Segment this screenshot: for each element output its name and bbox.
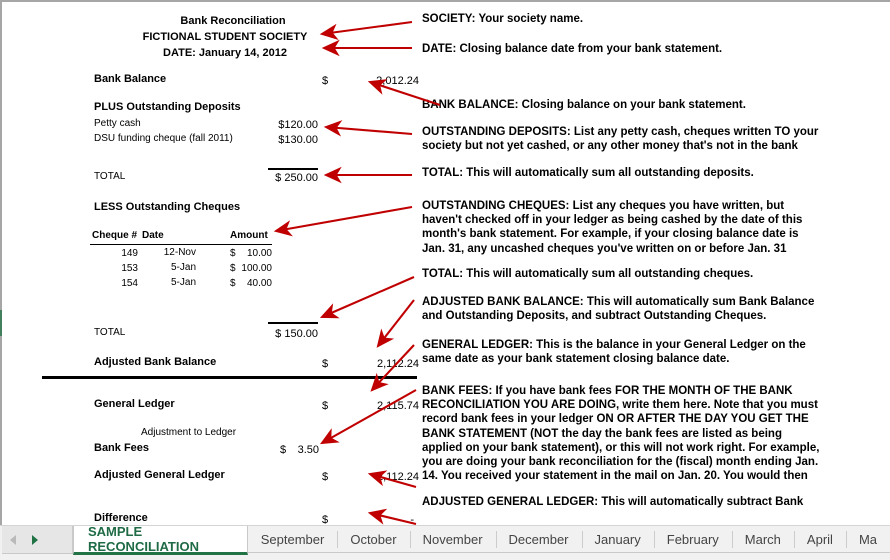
note-outstanding-deposits: OUTSTANDING DEPOSITS: List any petty cas… [422,126,819,153]
sheet-tab-label: January [594,531,641,547]
bank-fees-amount: 3.50 [297,444,319,456]
report-date: DATE: January 14, 2012 [163,47,287,59]
cheque-column-date: Date [142,230,164,241]
cheque-amount: 100.00 [241,263,272,274]
bank-balance-amount: 2,012.24 [376,75,419,87]
bank-fees-label: Bank Fees [94,442,150,454]
sheet-tab-label: October [350,531,397,547]
sheet-tab-september[interactable]: September [247,526,338,553]
deposit-row-amount: $120.00 [278,119,318,131]
sheet-tab-label: September [260,531,325,547]
note-bank-balance: BANK BALANCE: Closing balance on your ba… [422,99,746,111]
deposits-total-label: TOTAL [94,171,126,182]
cheque-amount: 10.00 [246,248,272,259]
note-general-ledger: GENERAL LEDGER: This is the balance in y… [422,339,806,366]
outstanding-cheques-heading: LESS Outstanding Cheques [94,201,241,213]
society-name: FICTIONAL STUDENT SOCIETY [142,31,308,43]
adjusted-general-ledger-label: Adjusted General Ledger [94,469,225,481]
cheque-header-rule [90,244,272,245]
sheet-tab-navigation[interactable] [2,526,73,554]
deposits-total-rule [268,168,318,170]
sheet-tab-december[interactable]: December [495,526,582,553]
bank-balance-label: Bank Balance [94,73,167,85]
deposit-row-label: Petty cash [94,118,141,129]
sheet-tab-may[interactable]: Ma [845,526,890,553]
sheet-tab-label: February [666,531,719,547]
sheet-tab-january[interactable]: January [581,526,654,553]
cheque-number: 149 [121,248,138,259]
outstanding-deposits-heading: PLUS Outstanding Deposits [94,101,241,113]
sheet-tab-april[interactable]: April [793,526,846,553]
difference-label: Difference [94,512,148,524]
adjusted-bank-balance-amount: 2,112.24 [376,358,419,370]
cheque-amount: 40.00 [246,278,272,289]
general-ledger-label: General Ledger [94,398,175,410]
general-ledger-amount: 2,115.74 [376,400,419,412]
sheet-tab-sample-reconciliation[interactable]: SAMPLE RECONCILIATION [73,524,248,555]
sheet-tab-november[interactable]: November [409,526,496,553]
cheque-date: 5-Jan [170,277,196,288]
cheques-total-label: TOTAL [94,327,126,338]
note-bank-fees: BANK FEES: If you have bank fees FOR THE… [422,385,820,483]
note-outstanding-cheques: OUTSTANDING CHEQUES: List any cheques yo… [422,200,803,255]
sheet-tab-march[interactable]: March [731,526,794,553]
note-date: DATE: Closing balance date from your ban… [422,43,723,55]
cheque-column-number: Cheque # [92,230,138,241]
adjusted-general-ledger-amount: 2,112.24 [376,471,419,483]
adjusted-bank-balance-label: Adjusted Bank Balance [94,356,217,368]
cheque-column-amount: Amount [230,230,268,241]
cheques-total-amount: $ 150.00 [275,328,318,340]
note-adjusted-general-ledger: ADJUSTED GENERAL LEDGER: This will autom… [422,496,804,508]
deposits-total-amount: $ 250.00 [275,172,318,184]
adjustment-to-ledger-label: Adjustment to Ledger [141,427,237,438]
excel-window: Bank Reconciliation FICTIONAL STUDENT SO… [0,0,890,560]
note-society: SOCIETY: Your society name. [422,13,584,25]
cheque-number: 153 [121,263,138,274]
sheet-tab-february[interactable]: February [653,526,732,553]
triangle-left-icon[interactable] [10,535,16,545]
sheet-tab-label: November [422,531,483,547]
sheet-tab-label: April [806,531,833,547]
sheet-tab-label: December [508,531,569,547]
difference-amount: - [410,514,414,525]
deposit-row-amount: $130.00 [278,134,318,146]
note-cheques-total: TOTAL: This will automatically sum all o… [422,268,754,280]
sheet-tab-bar: SAMPLE RECONCILIATION September October … [0,524,890,560]
sheet-tab-label: Ma [858,531,877,547]
note-adjusted-bank-balance: ADJUSTED BANK BALANCE: This will automat… [422,296,815,323]
sheet-tab-label: March [744,531,781,547]
section-divider-rule [42,376,417,379]
note-deposits-total: TOTAL: This will automatically sum all o… [422,167,754,179]
report-title: Bank Reconciliation [180,15,286,27]
cheques-total-rule [268,322,318,324]
triangle-right-icon[interactable] [32,535,38,545]
sheet-tabs: SAMPLE RECONCILIATION September October … [73,524,890,556]
sheet-tab-label: SAMPLE RECONCILIATION [88,524,199,554]
cheque-date: 12-Nov [163,247,196,258]
sheet-tab-october[interactable]: October [337,526,410,553]
cheque-number: 154 [121,278,138,289]
cheque-date: 5-Jan [170,262,196,273]
